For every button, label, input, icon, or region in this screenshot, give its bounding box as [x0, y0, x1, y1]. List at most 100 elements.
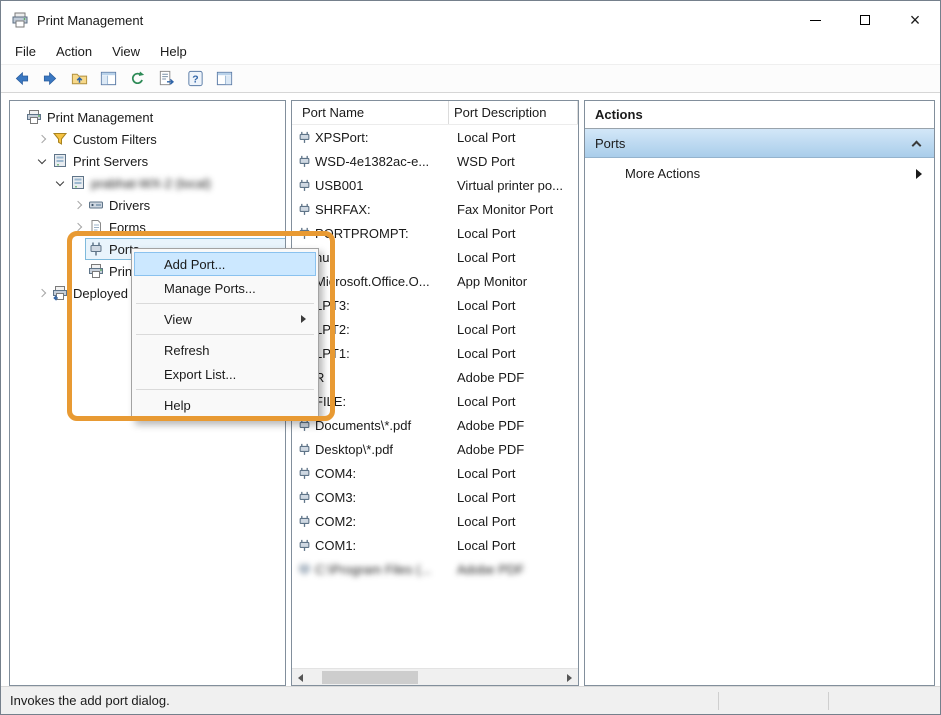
context-menu-item-view[interactable]: View: [134, 307, 316, 331]
scrollbar-thumb[interactable]: [322, 671, 418, 684]
port-row-shrfax[interactable]: SHRFAX: Fax Monitor Port: [292, 197, 578, 221]
port-row-com1[interactable]: COM1: Local Port: [292, 533, 578, 557]
expander-collapsed-icon[interactable]: [70, 219, 86, 235]
port-description: Local Port: [457, 297, 516, 313]
show-action-pane-button[interactable]: [212, 67, 236, 91]
port-row-nul[interactable]: nul: Local Port: [292, 245, 578, 269]
port-description: Local Port: [457, 345, 516, 361]
port-row-lpt2[interactable]: LPT2: Local Port: [292, 317, 578, 341]
expander-collapsed-icon[interactable]: [70, 197, 86, 213]
port-row-c-program-files[interactable]: C:\Program Files (... Adobe PDF: [292, 557, 578, 581]
collapse-chevron-icon[interactable]: [911, 140, 922, 151]
deployed-icon: [52, 285, 68, 301]
menu-item-label: Manage Ports...: [164, 280, 256, 296]
expander-expanded-icon[interactable]: [52, 175, 68, 191]
more-actions-label: More Actions: [625, 166, 701, 181]
port-row-r[interactable]: R Adobe PDF: [292, 365, 578, 389]
tree-label: Print Management: [47, 109, 154, 125]
svg-text:?: ?: [192, 74, 198, 85]
port-description: Local Port: [457, 129, 516, 145]
server-icon: [52, 153, 68, 169]
column-header-port-description[interactable]: Port Description: [449, 101, 578, 124]
port-icon: [298, 179, 311, 192]
close-button[interactable]: ×: [890, 1, 940, 39]
port-row-lpt3[interactable]: LPT3: Local Port: [292, 293, 578, 317]
port-name: SHRFAX:: [315, 201, 371, 217]
port-description: Local Port: [457, 321, 516, 337]
port-description: Adobe PDF: [457, 561, 525, 577]
menu-separator: [136, 334, 314, 335]
port-row-com3[interactable]: COM3: Local Port: [292, 485, 578, 509]
context-menu-item-export-list[interactable]: Export List...: [134, 362, 316, 386]
ports-section-header[interactable]: Ports: [585, 129, 934, 158]
show-console-tree-button[interactable]: [96, 67, 120, 91]
port-name: COM3:: [315, 489, 357, 505]
context-menu-item-help[interactable]: Help: [134, 393, 316, 417]
tree-item-print-management[interactable]: Print Management: [10, 106, 285, 128]
statusbar-separator: [828, 692, 829, 710]
menubar: File Action View Help: [1, 39, 940, 65]
port-row-microsoft-office-o[interactable]: Microsoft.Office.O... App Monitor: [292, 269, 578, 293]
maximize-button[interactable]: [840, 1, 890, 39]
menu-help[interactable]: Help: [150, 40, 197, 63]
port-row-file[interactable]: FILE: Local Port: [292, 389, 578, 413]
more-actions-item[interactable]: More Actions: [585, 158, 934, 189]
forms-icon: [88, 219, 104, 235]
expander-expanded-icon[interactable]: [34, 153, 50, 169]
port-row-wsd-4e1382ac-e[interactable]: WSD-4e1382ac-e... WSD Port: [292, 149, 578, 173]
port-description: Adobe PDF: [457, 441, 525, 457]
scroll-left-button[interactable]: [292, 669, 309, 685]
tree-item-drivers[interactable]: Drivers: [10, 194, 285, 216]
port-row-desktop-pdf[interactable]: Desktop\*.pdf Adobe PDF: [292, 437, 578, 461]
context-menu-item-refresh[interactable]: Refresh: [134, 338, 316, 362]
port-row-com4[interactable]: COM4: Local Port: [292, 461, 578, 485]
port-row-portprompt[interactable]: PORTPROMPT: Local Port: [292, 221, 578, 245]
expander-collapsed-icon[interactable]: [34, 131, 50, 147]
port-icon: [298, 203, 311, 216]
tree-label: Custom Filters: [73, 131, 157, 147]
port-icon: [298, 131, 311, 144]
tree-item-forms[interactable]: Forms: [10, 216, 285, 238]
tree-item-print-servers[interactable]: Print Servers: [10, 150, 285, 172]
export-list-button[interactable]: [154, 67, 178, 91]
context-menu-item-manage-ports[interactable]: Manage Ports...: [134, 276, 316, 300]
port-name: WSD-4e1382ac-e...: [315, 153, 430, 169]
port-row-usb001[interactable]: USB001 Virtual printer po...: [292, 173, 578, 197]
back-button[interactable]: [9, 67, 33, 91]
menu-separator: [136, 389, 314, 390]
ports-list-pane: Port Name Port Description XPSPort: Local…: [291, 100, 579, 686]
port-row-documents-pdf[interactable]: Documents\*.pdf Adobe PDF: [292, 413, 578, 437]
port-description: Local Port: [457, 537, 516, 553]
context-menu: Add Port... Manage Ports... View Refresh Exp…: [131, 248, 319, 421]
port-icon: [298, 155, 311, 168]
menu-file[interactable]: File: [5, 40, 46, 63]
port-name: COM1:: [315, 537, 357, 553]
expander-collapsed-icon[interactable]: [34, 285, 50, 301]
statusbar-separator: [718, 692, 719, 710]
menu-item-label: Add Port...: [164, 256, 226, 272]
port-description: WSD Port: [457, 153, 515, 169]
minimize-button[interactable]: [790, 1, 840, 39]
maximize-icon: [860, 15, 870, 25]
scroll-right-button[interactable]: [561, 669, 578, 685]
menu-view[interactable]: View: [102, 40, 150, 63]
context-menu-item-add-port[interactable]: Add Port...: [134, 252, 316, 276]
menu-separator: [136, 303, 314, 304]
up-one-level-button[interactable]: [67, 67, 91, 91]
forward-button[interactable]: [38, 67, 62, 91]
tree-item-custom-filters[interactable]: Custom Filters: [10, 128, 285, 150]
refresh-button[interactable]: [125, 67, 149, 91]
port-row-com2[interactable]: COM2: Local Port: [292, 509, 578, 533]
port-name: COM4:: [315, 465, 357, 481]
port-icon: [298, 563, 311, 576]
port-description: Local Port: [457, 225, 516, 241]
help-button[interactable]: ?: [183, 67, 207, 91]
tree-item-prabhat-wx-2-local[interactable]: prabhat-WX-2 (local): [10, 172, 285, 194]
horizontal-scrollbar[interactable]: [292, 668, 578, 685]
port-name: PORTPROMPT:: [315, 225, 409, 241]
tree-item-content: Custom Filters: [50, 129, 285, 149]
column-header-port-name[interactable]: Port Name: [292, 101, 449, 124]
port-row-xpsport[interactable]: XPSPort: Local Port: [292, 125, 578, 149]
menu-action[interactable]: Action: [46, 40, 102, 63]
port-row-lpt1[interactable]: LPT1: Local Port: [292, 341, 578, 365]
